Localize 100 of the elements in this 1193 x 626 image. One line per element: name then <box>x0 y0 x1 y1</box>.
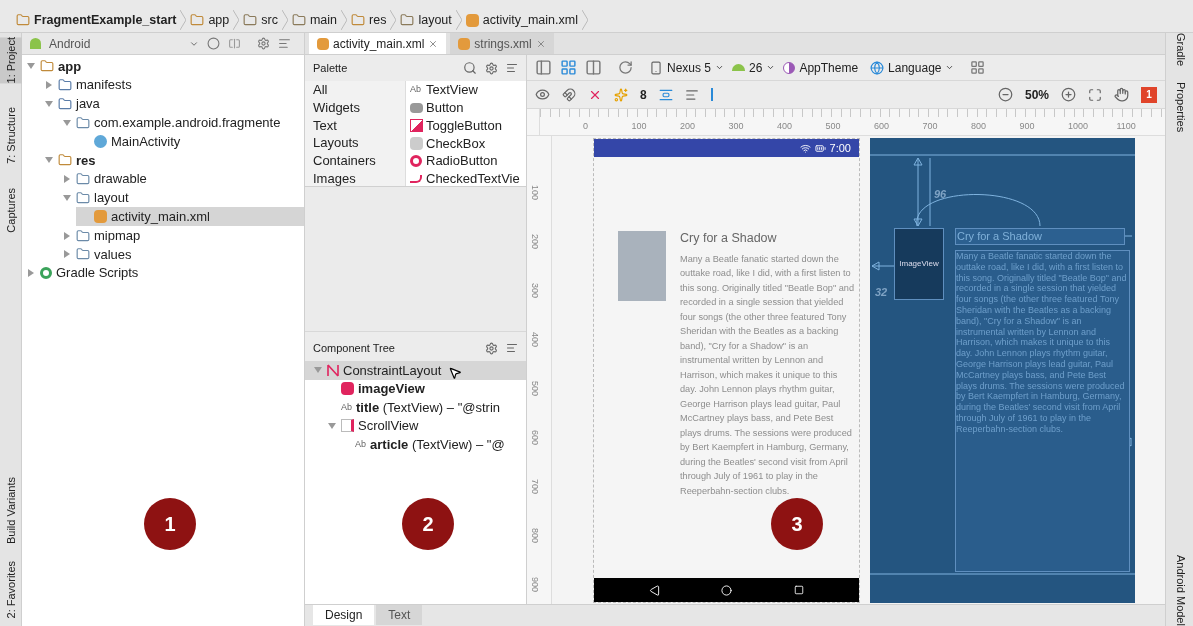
hide-panel-icon[interactable] <box>506 62 518 74</box>
tree-item[interactable]: java <box>40 94 304 114</box>
error-count-badge[interactable]: 1 <box>1141 86 1157 103</box>
magnet-icon[interactable] <box>562 87 576 102</box>
tool-window-tab[interactable]: Build Variants <box>0 477 22 545</box>
pack-icon[interactable] <box>658 87 673 102</box>
tree-item[interactable]: com.example.android.fragmente <box>58 113 304 133</box>
caret-icon <box>766 63 776 72</box>
textview-icon: Ab <box>341 400 352 414</box>
tool-window-tab[interactable]: Gradle <box>1166 33 1193 67</box>
palette-widget[interactable]: RadioButton <box>410 152 526 170</box>
zoom-in-icon[interactable] <box>1061 87 1076 102</box>
theme-button[interactable]: AppTheme <box>783 58 859 77</box>
expanded-arrow-icon[interactable] <box>63 118 71 127</box>
view-mode-icon[interactable] <box>585 59 602 76</box>
component-tree-item[interactable]: ConstraintLayout <box>305 361 526 380</box>
expanded-arrow-icon[interactable] <box>45 100 53 108</box>
ruler-label: 900 <box>528 577 541 592</box>
tree-item[interactable]: res <box>40 151 304 170</box>
tree-item[interactable]: drawable <box>58 169 304 189</box>
breadcrumb-item[interactable]: activity_main.xml <box>461 10 582 30</box>
guidelines-icon[interactable] <box>710 88 713 101</box>
language-dropdown[interactable]: Language <box>870 58 955 77</box>
component-tree-item[interactable]: Ab article (TextView) – "@ <box>333 435 526 454</box>
tool-window-tab[interactable]: 1: Project <box>0 37 22 84</box>
settings-icon[interactable] <box>485 61 498 75</box>
tool-window-tab[interactable]: Android Model <box>1166 555 1193 626</box>
layout-variants-icon[interactable] <box>970 60 986 75</box>
tree-item[interactable]: MainActivity <box>76 132 304 151</box>
expanded-arrow-icon[interactable] <box>314 366 322 375</box>
editor-tab[interactable]: activity_main.xml <box>309 33 447 54</box>
palette-widget[interactable]: Ab TextView <box>410 81 526 99</box>
component-tree-item[interactable]: ScrollView <box>319 416 526 435</box>
collapsed-arrow-icon[interactable] <box>45 81 53 90</box>
breadcrumb-item[interactable]: src <box>239 10 282 30</box>
editor-mode-tab[interactable]: Design <box>313 605 375 625</box>
settings-icon[interactable] <box>485 341 498 355</box>
palette-widget[interactable]: CheckBox <box>410 134 526 153</box>
editor-tab[interactable]: strings.xml <box>450 33 554 54</box>
breadcrumb-item[interactable]: layout <box>396 10 456 30</box>
breadcrumb-item[interactable]: FragmentExample_start <box>12 10 181 30</box>
tool-window-tab[interactable]: 2: Favorites <box>0 560 22 618</box>
view-mode-icon[interactable] <box>560 59 577 76</box>
collapsed-arrow-icon[interactable] <box>27 269 35 278</box>
close-icon[interactable] <box>428 38 439 49</box>
back-icon[interactable] <box>648 584 660 596</box>
fit-screen-icon[interactable] <box>1088 87 1102 102</box>
hide-panel-icon[interactable] <box>278 37 291 50</box>
expanded-arrow-icon[interactable] <box>63 193 71 202</box>
palette-widget[interactable]: Button <box>410 98 526 117</box>
home-icon[interactable] <box>721 584 733 596</box>
collapsed-arrow-icon[interactable] <box>63 250 71 259</box>
expanded-arrow-icon[interactable] <box>328 421 336 430</box>
align-icon[interactable] <box>684 87 699 102</box>
target-icon[interactable] <box>207 37 220 50</box>
tree-item[interactable]: Gradle Scripts <box>22 263 304 283</box>
breadcrumb-item[interactable]: main <box>287 10 342 30</box>
orientation-icon[interactable] <box>618 60 633 75</box>
infer-constraints-icon[interactable] <box>614 87 628 102</box>
zoom-out-icon[interactable] <box>997 87 1013 102</box>
search-icon[interactable] <box>463 61 477 75</box>
tree-item[interactable]: values <box>58 244 304 264</box>
tree-item[interactable]: app <box>22 57 304 76</box>
settings-icon[interactable] <box>257 37 270 50</box>
tool-window-tab[interactable]: Properties <box>1166 82 1193 133</box>
expanded-arrow-icon[interactable] <box>45 156 53 165</box>
collapsed-arrow-icon[interactable] <box>63 175 71 184</box>
xml-file-icon <box>458 37 471 50</box>
tree-item[interactable]: mipmap <box>58 226 304 245</box>
expanded-arrow-icon[interactable] <box>27 62 35 71</box>
device-dropdown[interactable]: Nexus 5 <box>649 58 725 77</box>
close-icon[interactable] <box>535 38 546 49</box>
status-time: 7:00 <box>829 140 851 156</box>
editor-mode-tab[interactable]: Text <box>376 605 423 625</box>
tool-window-tab[interactable]: 7: Structure <box>0 107 22 165</box>
breadcrumb-item[interactable]: app <box>186 10 234 30</box>
eye-icon[interactable] <box>535 87 550 102</box>
tree-item[interactable]: activity_main.xml <box>76 207 304 227</box>
palette-category[interactable]: Images <box>313 170 405 186</box>
component-tree-item[interactable]: Ab title (TextView) – "@strin <box>319 398 526 417</box>
breadcrumb-item[interactable]: res <box>347 10 391 30</box>
default-margin[interactable]: 8 <box>640 85 647 104</box>
tree-item[interactable]: manifests <box>40 75 304 95</box>
tree-item[interactable]: layout <box>58 188 304 208</box>
recents-icon[interactable] <box>794 585 805 595</box>
collapsed-arrow-icon[interactable] <box>63 231 71 240</box>
palette-widget[interactable]: CheckedTextVie <box>410 170 526 186</box>
component-tree-item[interactable]: imageView <box>319 379 526 398</box>
palette-widget[interactable]: ToggleButton <box>410 116 526 135</box>
breadcrumb-separator-icon <box>281 10 288 30</box>
palette-category[interactable]: Widgets <box>313 98 405 117</box>
tool-window-tab[interactable]: Captures <box>0 188 22 233</box>
palette-category[interactable]: All <box>313 81 405 99</box>
palette-category[interactable]: Text <box>313 116 405 135</box>
view-mode-icon[interactable] <box>535 59 552 76</box>
api-dropdown[interactable]: 26 <box>732 58 776 77</box>
pan-icon[interactable] <box>1114 87 1129 102</box>
palette-category[interactable]: Layouts <box>313 134 405 153</box>
palette-category[interactable]: Containers <box>313 152 405 170</box>
hide-panel-icon[interactable] <box>506 342 518 354</box>
